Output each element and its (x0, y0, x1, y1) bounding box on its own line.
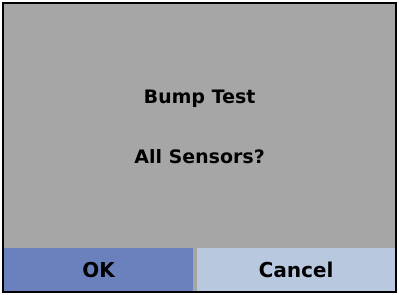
ok-button[interactable]: OK (4, 248, 193, 291)
dialog-question: All Sensors? (134, 146, 265, 168)
cancel-button[interactable]: Cancel (197, 248, 395, 291)
confirm-dialog: Bump Test All Sensors? OK Cancel (2, 2, 397, 293)
dialog-button-bar: OK Cancel (4, 248, 395, 291)
dialog-title: Bump Test (143, 86, 256, 108)
